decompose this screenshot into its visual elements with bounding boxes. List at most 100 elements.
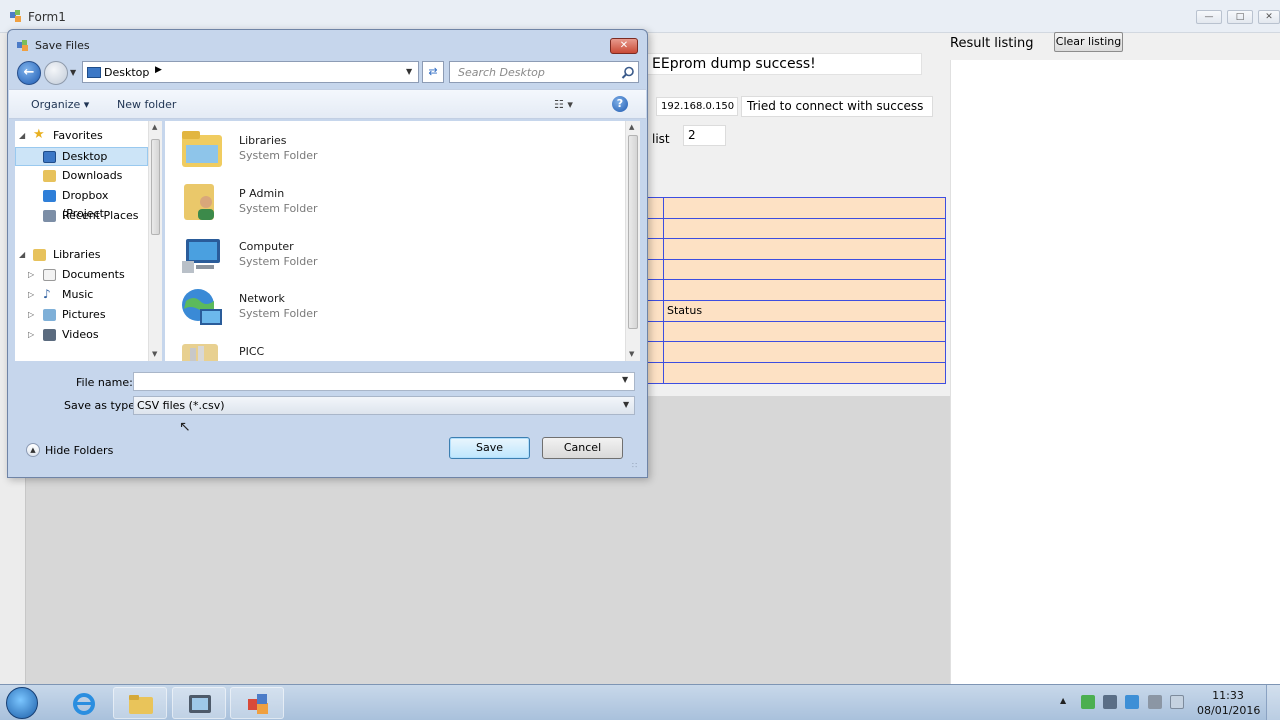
grid-row[interactable] — [647, 219, 945, 240]
close-button[interactable]: ✕ — [1258, 10, 1280, 24]
device-icon[interactable] — [1103, 695, 1117, 709]
chevron-down-icon[interactable]: ▼ — [623, 400, 629, 409]
scroll-down-icon[interactable]: ▼ — [629, 350, 634, 358]
sync-icon[interactable] — [1081, 695, 1095, 709]
scroll-up-icon[interactable]: ▲ — [629, 123, 634, 131]
clock-time[interactable]: 11:33 — [1208, 689, 1248, 702]
nav-recent-label: Recent Places — [62, 209, 139, 222]
minimize-button[interactable]: — — [1196, 10, 1222, 24]
clear-listing-button[interactable]: Clear listing — [1054, 32, 1123, 52]
nav-videos-label: Videos — [62, 328, 99, 341]
user-folder-icon — [184, 184, 214, 220]
network-tray-icon[interactable] — [1125, 695, 1139, 709]
nav-recent-places[interactable]: Recent Places — [15, 207, 148, 225]
file-name: PICC — [239, 345, 265, 358]
file-name: Network — [239, 292, 285, 305]
scroll-down-icon[interactable]: ▼ — [152, 350, 157, 358]
dialog-toolbar: Organize ▾ New folder ☷ ▾ ? — [9, 89, 646, 119]
folder-icon — [129, 695, 153, 714]
clock-date[interactable]: 08/01/2016 — [1197, 704, 1260, 717]
scrollbar-thumb[interactable] — [628, 135, 638, 329]
taskbar-form1-app[interactable] — [230, 687, 284, 719]
chevron-down-icon[interactable]: ▼ — [622, 375, 628, 384]
file-item-p-admin[interactable]: P Admin System Folder — [180, 180, 480, 228]
flag-icon[interactable] — [1170, 695, 1184, 709]
collapse-icon[interactable]: ◢ — [19, 127, 25, 145]
address-bar[interactable]: Desktop ▶ ▼ — [82, 61, 419, 83]
network-icon — [182, 289, 222, 325]
help-icon[interactable]: ? — [612, 96, 628, 112]
collapse-icon[interactable]: ◢ — [19, 246, 25, 264]
file-item-network[interactable]: Network System Folder — [180, 285, 480, 333]
view-options-icon[interactable]: ☷ ▾ — [554, 98, 573, 111]
dialog-title: Save Files — [35, 39, 90, 52]
volume-muted-icon[interactable] — [1148, 695, 1162, 709]
taskbar-media[interactable] — [172, 687, 226, 719]
chevron-up-icon[interactable]: ▲ — [26, 443, 40, 457]
connection-status-field[interactable]: Tried to connect with success — [741, 96, 933, 117]
nav-pictures[interactable]: ▷ Pictures — [15, 306, 148, 324]
expand-icon[interactable]: ▷ — [28, 306, 34, 324]
search-input[interactable]: Search Desktop — [449, 61, 639, 83]
ip-address-field[interactable]: 192.168.0.150 — [656, 97, 738, 116]
expand-icon[interactable]: ▷ — [28, 326, 34, 344]
file-name-input[interactable] — [133, 372, 635, 391]
pictures-icon — [43, 309, 56, 321]
nav-pictures-label: Pictures — [62, 308, 106, 321]
grid-row[interactable] — [647, 198, 945, 219]
recent-pages-dropdown[interactable]: ▼ — [70, 68, 76, 77]
dialog-close-button[interactable]: ✕ — [610, 38, 638, 54]
chevron-right-icon[interactable]: ▶ — [155, 65, 162, 75]
refresh-icon[interactable]: ⇄ — [422, 61, 444, 83]
start-button[interactable] — [6, 687, 38, 719]
resize-grip-icon[interactable]: ∷ — [632, 461, 637, 470]
expand-icon[interactable]: ▷ — [28, 266, 34, 284]
grid-row[interactable] — [647, 260, 945, 281]
address-location[interactable]: Desktop — [104, 66, 149, 79]
file-item-libraries[interactable]: Libraries System Folder — [180, 127, 480, 175]
list-count-field[interactable]: 2 — [683, 125, 726, 146]
search-placeholder: Search Desktop — [458, 66, 545, 79]
grid-row[interactable] — [647, 322, 945, 343]
nav-scrollbar[interactable]: ▲ ▼ — [148, 121, 162, 361]
maximize-button[interactable]: □ — [1227, 10, 1253, 24]
grid-row[interactable] — [647, 239, 945, 260]
file-item-picc[interactable]: PICC — [180, 338, 480, 361]
nav-favorites-label: Favorites — [53, 129, 103, 142]
forward-arrow-icon[interactable] — [44, 61, 68, 85]
hide-folders-button[interactable]: Hide Folders — [45, 444, 113, 457]
nav-downloads[interactable]: Downloads — [15, 167, 148, 185]
chevron-down-icon[interactable]: ▼ — [406, 67, 412, 76]
nav-desktop[interactable]: Desktop — [15, 147, 148, 166]
nav-documents[interactable]: ▷ Documents — [15, 266, 148, 284]
scrollbar-thumb[interactable] — [151, 139, 160, 235]
result-listing-panel[interactable] — [950, 60, 1280, 684]
nav-dropbox[interactable]: Dropbox (Project — [15, 187, 148, 220]
back-arrow-icon[interactable]: ← — [17, 61, 41, 85]
data-grid[interactable]: Status — [646, 197, 946, 384]
taskbar-explorer[interactable] — [113, 687, 167, 719]
cancel-button[interactable]: Cancel — [542, 437, 623, 459]
expand-icon[interactable]: ▷ — [28, 286, 34, 304]
grid-row[interactable] — [647, 280, 945, 301]
search-icon[interactable] — [621, 66, 635, 80]
scroll-up-icon[interactable]: ▲ — [152, 123, 157, 131]
file-item-computer[interactable]: Computer System Folder — [180, 233, 480, 281]
taskbar-internet-explorer[interactable] — [56, 687, 110, 719]
grid-row[interactable]: Status — [647, 301, 945, 322]
file-list-scrollbar[interactable]: ▲ ▼ — [625, 121, 640, 361]
nav-music[interactable]: ▷ ♪ Music — [15, 286, 148, 304]
organize-menu[interactable]: Organize ▾ — [31, 98, 89, 111]
new-folder-button[interactable]: New folder — [117, 98, 176, 111]
nav-videos[interactable]: ▷ Videos — [15, 326, 148, 344]
desktop-icon — [87, 67, 101, 78]
nav-libraries-label: Libraries — [53, 248, 101, 261]
save-as-type-select[interactable]: CSV files (*.csv) ▼ — [133, 396, 635, 415]
nav-libraries[interactable]: ◢ Libraries — [15, 246, 148, 264]
show-desktop-button[interactable] — [1266, 685, 1280, 720]
grid-row[interactable] — [647, 342, 945, 363]
nav-favorites[interactable]: ◢ ★ Favorites — [15, 127, 148, 145]
status-message-field[interactable]: EEprom dump success! — [646, 53, 922, 75]
save-button[interactable]: Save — [449, 437, 530, 459]
show-hidden-icons[interactable]: ▲ — [1060, 696, 1066, 705]
